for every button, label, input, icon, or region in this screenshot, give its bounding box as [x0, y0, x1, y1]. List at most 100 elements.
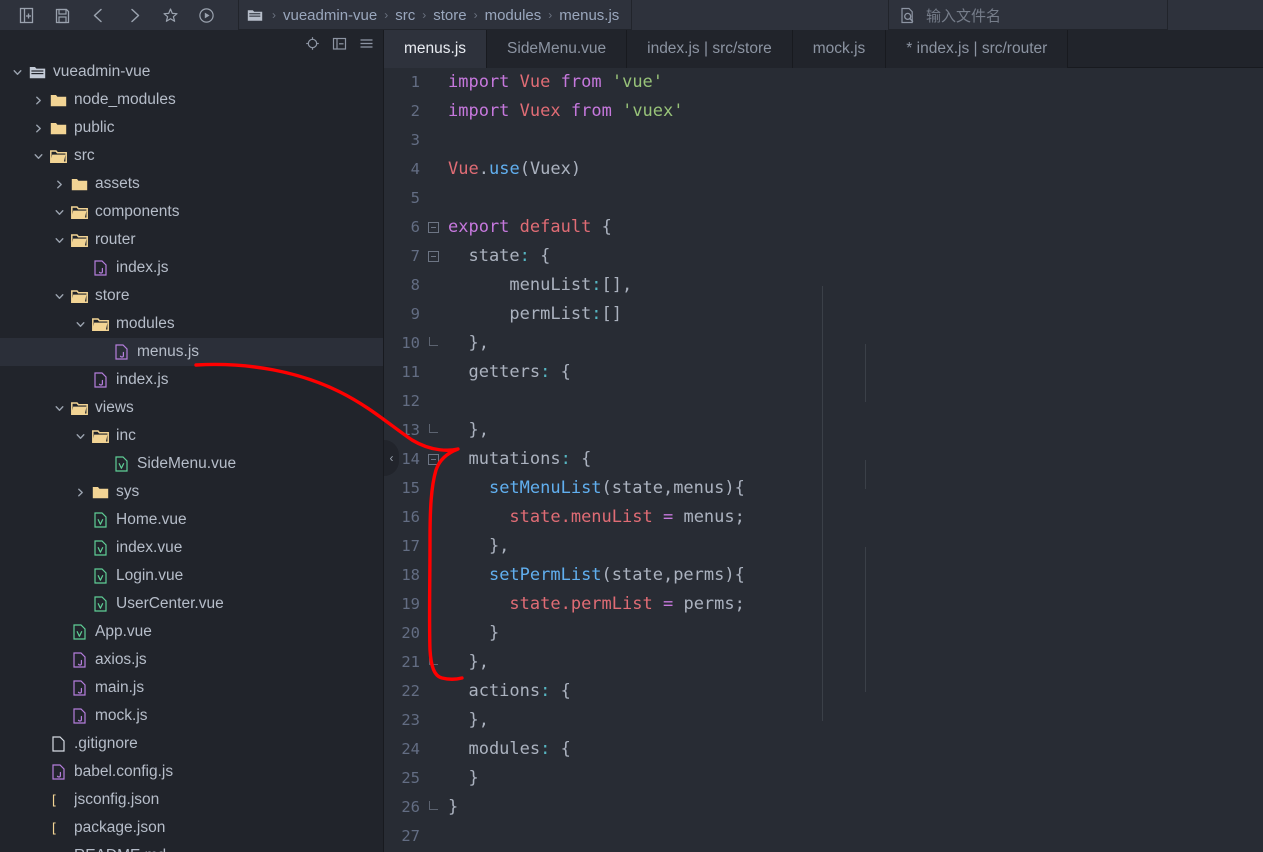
js-file-icon: [68, 652, 90, 668]
code-line-25: 25 }: [384, 764, 1263, 793]
tree-file-menus-js[interactable]: menus.js: [0, 338, 383, 366]
editor-tab-mock-js[interactable]: mock.js: [792, 30, 887, 68]
tree-file-index-js[interactable]: index.js: [0, 366, 383, 394]
navigate-forward-icon[interactable]: [116, 1, 152, 29]
fold-end-marker[interactable]: [424, 337, 442, 350]
new-file-icon[interactable]: [8, 1, 44, 29]
tree-file-login-vue[interactable]: Login.vue: [0, 562, 383, 590]
chevron-down-icon[interactable]: [50, 235, 68, 246]
folder-icon: [47, 121, 69, 136]
code-text: state.permList = perms;: [509, 594, 745, 614]
vue-file-icon: [68, 624, 90, 640]
breadcrumb: › vueadmin-vue › src › store › modules › menus.js: [238, 0, 633, 30]
fold-collapse-icon[interactable]: [424, 222, 442, 233]
code-line-5: 5: [384, 184, 1263, 213]
line-number: 11: [401, 363, 420, 381]
breadcrumb-segment-4[interactable]: modules: [483, 7, 544, 24]
tree-folder-node-modules[interactable]: node_modules: [0, 86, 383, 114]
breadcrumb-segment-1[interactable]: vueadmin-vue: [281, 7, 379, 24]
js-file-icon: [110, 344, 132, 360]
code-line-6: 6 export default {: [384, 213, 1263, 242]
tree-file-mock-js[interactable]: mock.js: [0, 702, 383, 730]
line-number: 3: [410, 131, 420, 149]
tree-folder-views[interactable]: views: [0, 394, 383, 422]
tree-file-usercenter-vue[interactable]: UserCenter.vue: [0, 590, 383, 618]
chevron-down-icon[interactable]: [50, 403, 68, 414]
editor-tab-sidemenu-vue[interactable]: SideMenu.vue: [487, 30, 628, 68]
editor-tab-index-js---src-store[interactable]: index.js | src/store: [627, 30, 793, 68]
tree-folder-inc[interactable]: inc: [0, 422, 383, 450]
tree-folder-store[interactable]: store: [0, 282, 383, 310]
tree-folder-modules[interactable]: modules: [0, 310, 383, 338]
locate-file-icon[interactable]: [303, 34, 321, 52]
tree-item-label: main.js: [95, 679, 145, 696]
tree-item-label: axios.js: [95, 651, 147, 668]
tree-file-readme-md[interactable]: M↓ README.md: [0, 842, 383, 852]
tree-file-axios-js[interactable]: axios.js: [0, 646, 383, 674]
tree-folder-public[interactable]: public: [0, 114, 383, 142]
code-line-12: 12: [384, 387, 1263, 416]
chevron-down-icon[interactable]: [71, 431, 89, 442]
fold-end-marker[interactable]: [424, 424, 442, 437]
tree-file-index-vue[interactable]: index.vue: [0, 534, 383, 562]
line-number: 24: [401, 740, 420, 758]
tree-file-home-vue[interactable]: Home.vue: [0, 506, 383, 534]
tree-folder-src[interactable]: src: [0, 142, 383, 170]
fold-end-marker[interactable]: [424, 801, 442, 814]
chevron-right-icon[interactable]: [71, 487, 89, 498]
editor-tab---index-js---src-router[interactable]: * index.js | src/router: [886, 30, 1069, 68]
vue-file-icon: [89, 596, 111, 612]
breadcrumb-segment-5[interactable]: menus.js: [557, 7, 621, 24]
code-editor[interactable]: 1 import Vue from 'vue' 2 import Vuex from …: [384, 68, 1263, 852]
tree-folder-sys[interactable]: sys: [0, 478, 383, 506]
tree-file-index-js[interactable]: index.js: [0, 254, 383, 282]
tree-file-jsconfig-json[interactable]: [ ] jsconfig.json: [0, 786, 383, 814]
json-file-icon: [ ]: [47, 820, 69, 837]
tree-file-main-js[interactable]: main.js: [0, 674, 383, 702]
fold-collapse-icon[interactable]: [424, 454, 442, 465]
chevron-down-icon[interactable]: [29, 151, 47, 162]
chevron-down-icon[interactable]: [8, 67, 26, 78]
fold-end-marker[interactable]: [424, 656, 442, 669]
chevron-down-icon[interactable]: [50, 207, 68, 218]
folder-icon: [247, 8, 263, 22]
tree-folder-router[interactable]: router: [0, 226, 383, 254]
save-icon[interactable]: [44, 1, 80, 29]
chevron-right-icon[interactable]: [29, 123, 47, 134]
file-search-field[interactable]: 输入文件名: [888, 0, 1168, 30]
tree-file-sidemenu-vue[interactable]: SideMenu.vue: [0, 450, 383, 478]
code-line-3: 3: [384, 126, 1263, 155]
editor-tab-menus-js[interactable]: menus.js: [384, 30, 488, 68]
plain-file-icon: [47, 736, 69, 752]
chevron-down-icon[interactable]: [50, 291, 68, 302]
tree-folder-assets[interactable]: assets: [0, 170, 383, 198]
run-icon[interactable]: [188, 1, 224, 29]
fold-collapse-icon[interactable]: [424, 251, 442, 262]
collapse-all-icon[interactable]: [330, 34, 348, 52]
code-line-15: 15 setMenuList(state,menus){: [384, 474, 1263, 503]
breadcrumb-separator: ›: [548, 8, 553, 22]
code-text: menuList:[],: [448, 275, 633, 295]
code-line-19: 19 state.permList = perms;: [384, 590, 1263, 619]
vue-file-icon: [110, 456, 132, 472]
tree-folder-vueadmin-vue[interactable]: vueadmin-vue: [0, 58, 383, 86]
tree-file-app-vue[interactable]: App.vue: [0, 618, 383, 646]
code-line-22: 22 actions: {: [384, 677, 1263, 706]
tree-folder-components[interactable]: components: [0, 198, 383, 226]
chevron-down-icon[interactable]: [71, 319, 89, 330]
breadcrumb-segment-2[interactable]: src: [393, 7, 417, 24]
chevron-right-icon[interactable]: [29, 95, 47, 106]
tree-file-babel-config-js[interactable]: babel.config.js: [0, 758, 383, 786]
tree-file-package-json[interactable]: [ ] package.json: [0, 814, 383, 842]
sidebar-menu-icon[interactable]: [357, 34, 375, 52]
tree-file--gitignore[interactable]: .gitignore: [0, 730, 383, 758]
bookmark-star-icon[interactable]: [152, 1, 188, 29]
tree-item-label: public: [74, 119, 115, 136]
chevron-right-icon[interactable]: [50, 179, 68, 190]
breadcrumb-separator: ›: [473, 8, 478, 22]
breadcrumb-segment-3[interactable]: store: [431, 7, 468, 24]
project-file-tree[interactable]: vueadmin-vue node_modulespublic src assets c…: [0, 56, 383, 852]
navigate-back-icon[interactable]: [80, 1, 116, 29]
